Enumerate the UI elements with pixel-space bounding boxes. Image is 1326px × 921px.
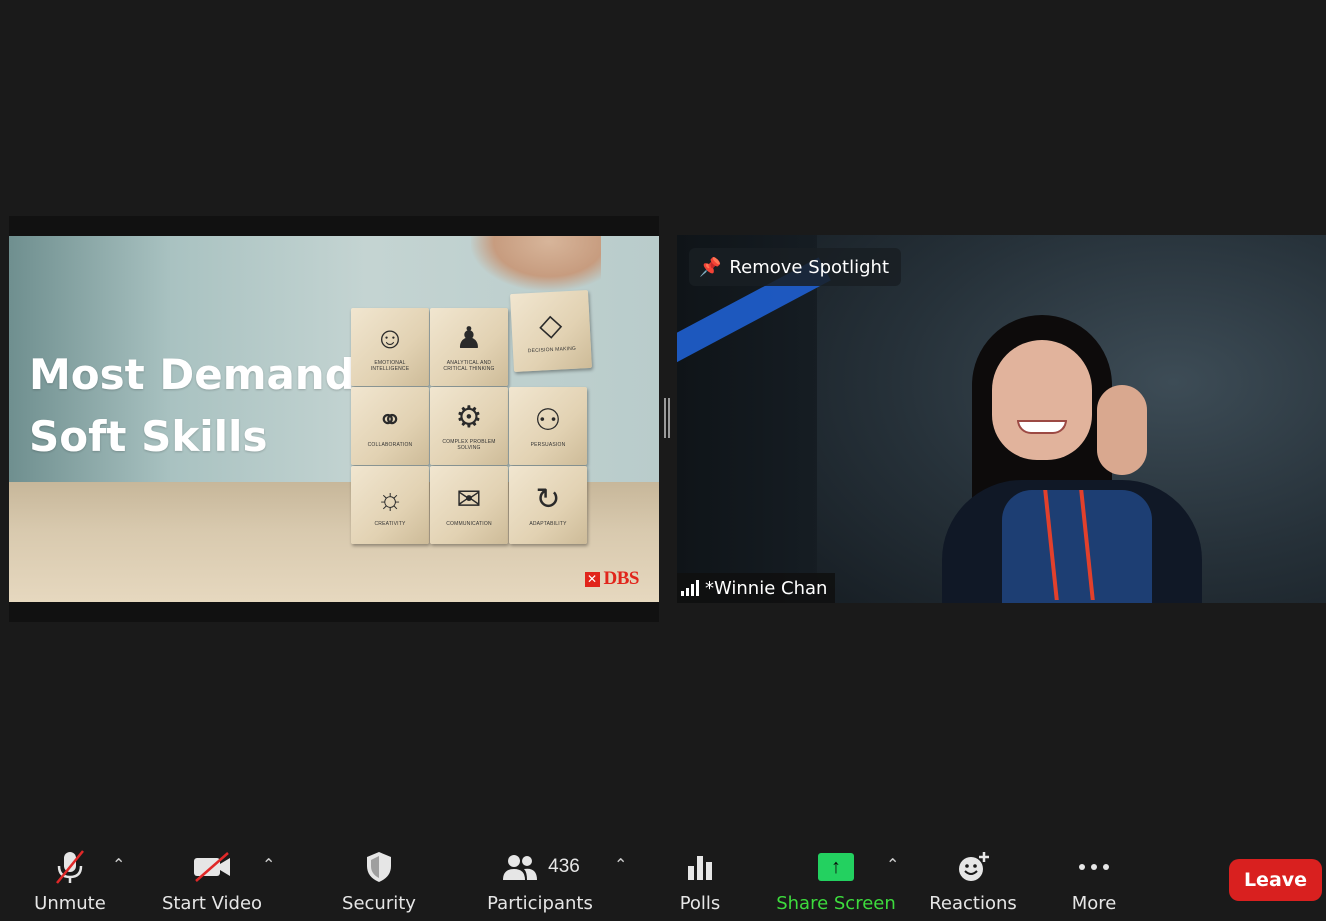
block-label: PERSUASION bbox=[530, 442, 566, 448]
presentation-slide: Most Demand Soft Skills ☺ EMOTIONAL INTE… bbox=[9, 236, 659, 602]
participants-options-caret[interactable]: ⌃ bbox=[614, 855, 627, 875]
security-label: Security bbox=[342, 893, 416, 914]
handshake-icon: ⚭ bbox=[377, 404, 403, 437]
participants-label: Participants bbox=[487, 893, 593, 914]
participant-image bbox=[932, 305, 1232, 603]
speech-bubbles-icon: ✉ bbox=[456, 483, 482, 516]
signal-strength-icon bbox=[681, 580, 699, 596]
video-off-icon bbox=[192, 847, 232, 887]
participant-name-tag: *Winnie Chan bbox=[677, 573, 836, 603]
block-label: COMMUNICATION bbox=[446, 521, 492, 527]
block-creativity: ☼ CREATIVITY bbox=[351, 466, 429, 544]
pin-icon: 📌 bbox=[699, 256, 722, 278]
block-label: ANALYTICAL AND CRITICAL THINKING bbox=[443, 360, 495, 372]
bar-chart-icon bbox=[685, 847, 715, 887]
reactions-button[interactable]: Reactions bbox=[928, 835, 1018, 921]
block-label: DECISION MAKING bbox=[527, 345, 577, 355]
block-label: COLLABORATION bbox=[367, 442, 413, 448]
shared-screen-panel[interactable]: Most Demand Soft Skills ☺ EMOTIONAL INTE… bbox=[9, 216, 659, 622]
remove-spotlight-label: Remove Spotlight bbox=[729, 256, 890, 278]
block-problem-solving: ⚙ COMPLEX PROBLEM SOLVING bbox=[430, 387, 508, 465]
hand-image bbox=[471, 236, 601, 291]
block-label: EMOTIONAL INTELLIGENCE bbox=[370, 360, 410, 372]
panel-resize-handle[interactable] bbox=[664, 398, 670, 438]
participant-name: *Winnie Chan bbox=[705, 577, 828, 599]
polls-label: Polls bbox=[679, 893, 721, 914]
head-heart-icon: ☺ bbox=[374, 322, 406, 355]
skill-blocks: ☺ EMOTIONAL INTELLIGENCE ♟ ANALYTICAL AN… bbox=[349, 290, 599, 546]
diamond-icon: ◇ bbox=[538, 308, 564, 343]
more-button[interactable]: More bbox=[1064, 835, 1124, 921]
gears-icon: ⚙ bbox=[455, 401, 483, 434]
lightbulb-icon: ☼ bbox=[376, 483, 404, 516]
participants-count: 436 bbox=[548, 856, 580, 877]
dbs-logo: ✕ DBS bbox=[584, 568, 640, 590]
polls-button[interactable]: Polls bbox=[668, 835, 732, 921]
block-decision-making: ◇ DECISION MAKING bbox=[510, 290, 592, 372]
video-options-caret[interactable]: ⌃ bbox=[262, 855, 275, 875]
share-screen-label: Share Screen bbox=[776, 893, 896, 914]
block-communication: ✉ COMMUNICATION bbox=[430, 466, 508, 544]
block-label: CREATIVITY bbox=[374, 521, 406, 527]
audio-options-caret[interactable]: ⌃ bbox=[112, 855, 125, 875]
share-screen-button[interactable]: ↑ Share Screen bbox=[776, 835, 896, 921]
block-adaptability: ↻ ADAPTABILITY bbox=[509, 466, 587, 544]
participants-button[interactable]: 436 Participants bbox=[484, 835, 596, 921]
block-label: ADAPTABILITY bbox=[529, 521, 567, 527]
participants-icon bbox=[503, 855, 538, 880]
share-options-caret[interactable]: ⌃ bbox=[886, 855, 899, 875]
start-video-button[interactable]: Start Video bbox=[160, 835, 264, 921]
meeting-toolbar: Unmute ⌃ Start Video ⌃ Security 436 Part… bbox=[0, 835, 1326, 921]
chess-pawn-icon: ♟ bbox=[455, 322, 483, 355]
shield-icon bbox=[364, 847, 394, 887]
slide-title-line2: Soft Skills bbox=[29, 412, 268, 461]
emoji-add-icon bbox=[956, 847, 990, 887]
dbs-mark-icon: ✕ bbox=[584, 571, 600, 587]
meeting-stage: Most Demand Soft Skills ☺ EMOTIONAL INTE… bbox=[0, 0, 1326, 835]
participant-video[interactable] bbox=[677, 235, 1326, 603]
share-arrow-icon: ↑ bbox=[818, 853, 854, 881]
start-video-label: Start Video bbox=[161, 893, 263, 914]
reactions-label: Reactions bbox=[929, 893, 1017, 914]
block-collaboration: ⚭ COLLABORATION bbox=[351, 387, 429, 465]
security-button[interactable]: Security bbox=[339, 835, 419, 921]
more-label: More bbox=[1071, 893, 1117, 914]
dbs-logo-text: DBS bbox=[603, 568, 640, 589]
unmute-button[interactable]: Unmute bbox=[30, 835, 110, 921]
unmute-label: Unmute bbox=[34, 893, 106, 914]
block-persuasion: ⚇ PERSUASION bbox=[509, 387, 587, 465]
head-cycle-icon: ↻ bbox=[535, 483, 561, 516]
block-label: COMPLEX PROBLEM SOLVING bbox=[442, 439, 496, 451]
people-icon: ⚇ bbox=[534, 404, 562, 437]
leave-button[interactable]: Leave bbox=[1229, 859, 1322, 901]
block-analytical-thinking: ♟ ANALYTICAL AND CRITICAL THINKING bbox=[430, 308, 508, 386]
slide-title-line1: Most Demand bbox=[29, 350, 355, 399]
block-emotional-intelligence: ☺ EMOTIONAL INTELLIGENCE bbox=[351, 308, 429, 386]
remove-spotlight-button[interactable]: 📌 Remove Spotlight bbox=[689, 248, 902, 286]
muted-microphone-icon bbox=[53, 847, 87, 887]
more-dots-icon bbox=[1077, 847, 1111, 887]
slide-title: Most Demand Soft Skills bbox=[29, 344, 355, 468]
